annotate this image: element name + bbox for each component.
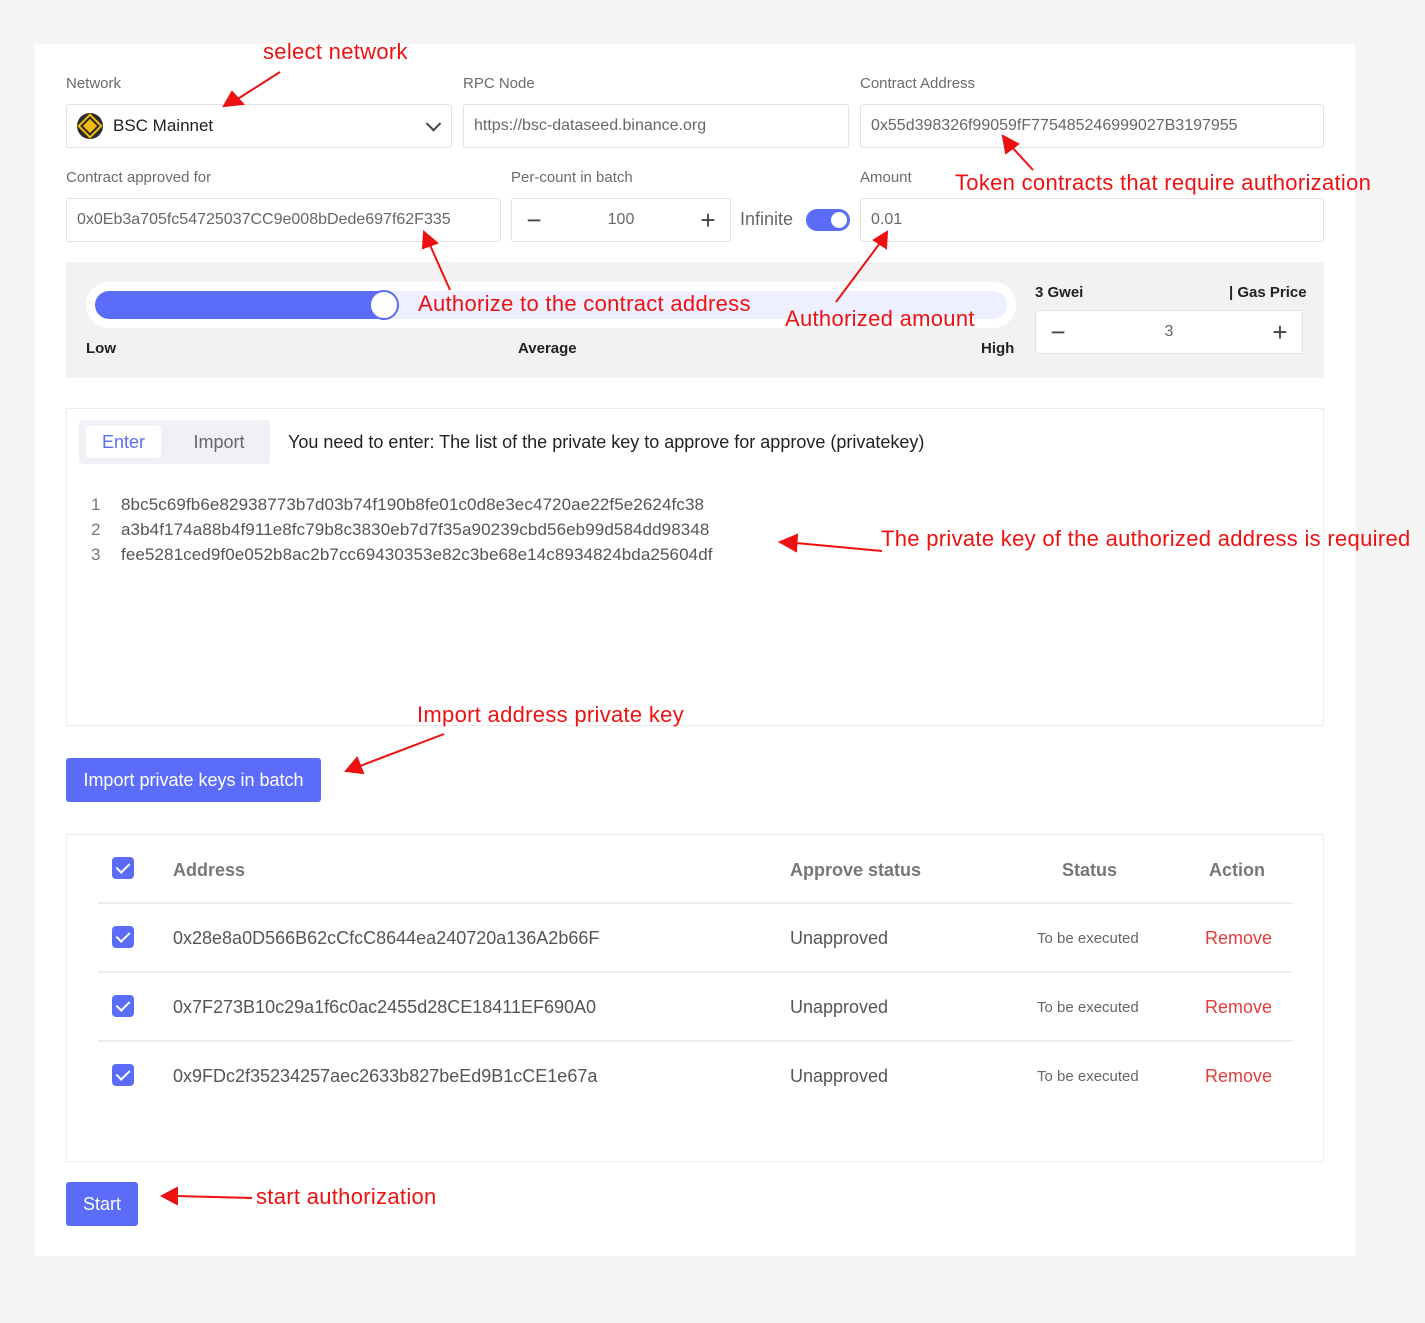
arrow-line xyxy=(429,244,451,291)
arrowhead xyxy=(159,1186,178,1206)
arrowhead xyxy=(872,230,889,250)
arrowhead xyxy=(344,756,365,775)
arrow-line xyxy=(359,733,445,767)
arrow-line xyxy=(235,71,281,101)
arrow-line xyxy=(795,542,883,552)
arrowhead xyxy=(421,229,439,250)
arrow-line xyxy=(175,1195,253,1199)
annotation-arrows xyxy=(159,71,1034,1206)
arrow-line xyxy=(835,242,881,303)
arrow-line xyxy=(1009,144,1034,171)
arrowhead xyxy=(222,90,246,108)
arrowhead xyxy=(777,533,799,553)
